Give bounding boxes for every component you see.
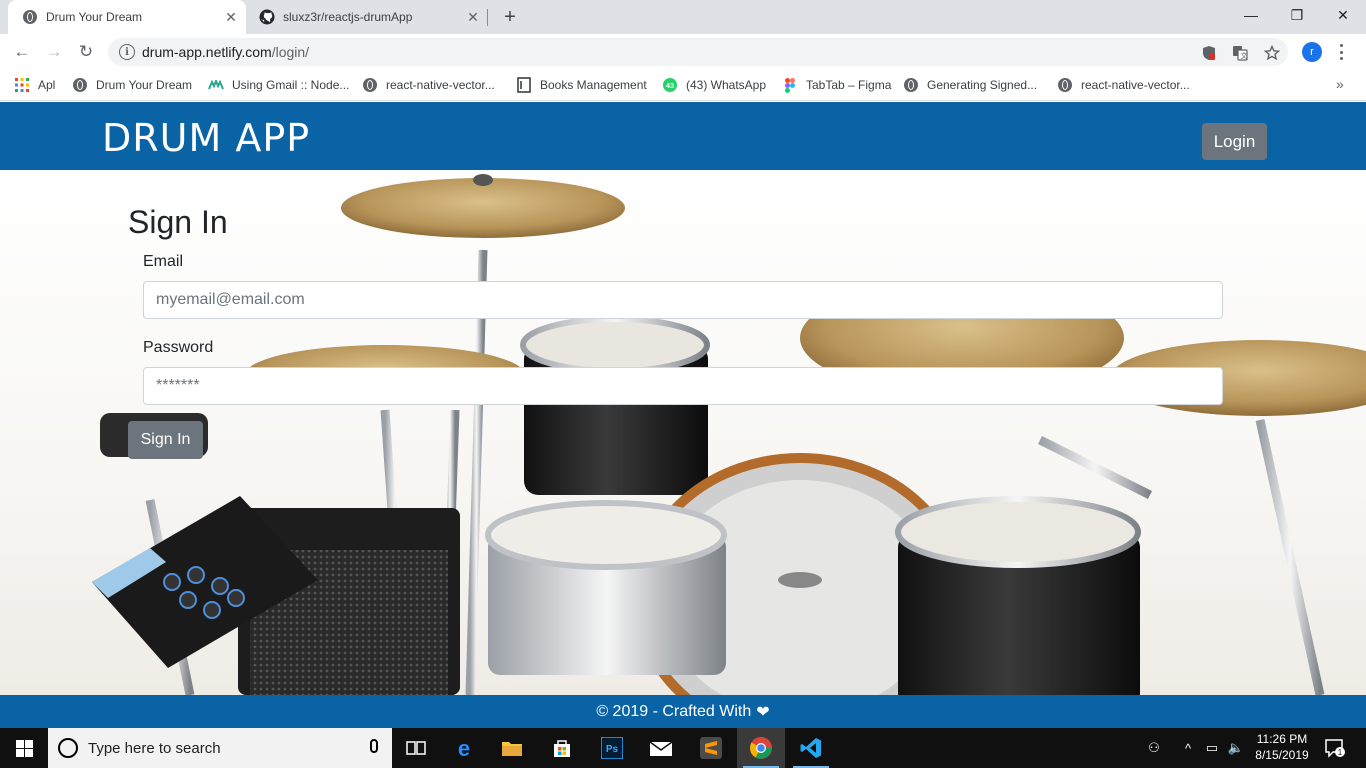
translate-icon[interactable]: 文 [1231,44,1249,62]
tab-title: sluxz3r/reactjs-drumApp [283,10,413,24]
bookmark-label: Drum Your Dream [96,78,193,92]
edge-icon[interactable]: e [440,728,488,768]
globe-icon [362,77,378,93]
address-url[interactable]: drum-app.netlify.com/login/ [142,44,309,60]
reload-button[interactable]: ↻ [74,40,98,64]
globe-icon [1057,77,1073,93]
globe-icon [22,9,38,25]
password-field[interactable] [143,367,1223,405]
bookmark-label: (43) WhatsApp [686,78,767,92]
browser-toolbar: ← → ↻ i drum-app.netlify.com/login/ 文 r [0,34,1366,70]
forward-button[interactable]: → [42,40,66,64]
bookmark-whatsapp[interactable]: 43 (43) WhatsApp [662,76,766,94]
clock-date: 8/15/2019 [1255,748,1309,762]
search-placeholder: Type here to search [88,739,221,757]
tab-drum-your-dream[interactable]: Drum Your Dream ✕ [8,0,246,34]
notification-center-icon[interactable]: 1 [1320,728,1350,768]
bookmark-label: Using Gmail :: Node... [232,78,350,92]
whatsapp-icon: 43 [662,77,678,93]
bookmark-label: TabTab – Figma [806,78,892,92]
tab-close-icon[interactable]: ✕ [222,8,240,26]
cortana-icon [58,738,78,758]
clock-time: 11:26 PM [1256,732,1308,746]
sign-in-heading: Sign In [128,204,228,240]
footer-text: © 2019 - Crafted With [596,702,752,720]
back-button[interactable]: ← [10,40,34,64]
bookmark-using-gmail[interactable]: Using Gmail :: Node... [208,76,349,94]
tab-close-icon[interactable]: ✕ [464,8,482,26]
start-button[interactable] [0,728,48,768]
globe-icon [72,77,88,93]
drum-kit-image [92,174,1366,695]
close-window-button[interactable]: ✕ [1320,0,1366,30]
bookmark-label: Generating Signed... [927,78,1038,92]
figma-icon [782,77,798,93]
svg-text:Ps: Ps [606,744,619,755]
bookmark-label: react-native-vector... [386,78,495,92]
apps-grid-icon [14,77,30,93]
tab-separator [487,9,488,26]
drum-kit-background: Sign In Email Password Sign In [0,170,1366,695]
profile-avatar[interactable]: r [1302,42,1322,62]
chrome-menu-icon[interactable] [1336,41,1346,63]
task-view-icon[interactable] [392,728,440,768]
github-icon [259,9,275,25]
email-label: Email [143,253,184,270]
show-hidden-icons-icon[interactable]: ^ [1180,728,1196,768]
minimize-button[interactable]: — [1228,0,1274,30]
system-clock[interactable]: 11:26 PM 8/15/2019 [1250,731,1314,763]
tab-title: Drum Your Dream [46,10,143,24]
chrome-icon[interactable] [737,728,785,768]
nodemailer-icon [208,77,224,93]
bookmark-star-icon[interactable] [1263,44,1281,62]
vscode-icon[interactable] [787,728,835,768]
sublime-text-icon[interactable] [687,728,735,768]
site-info-icon[interactable]: i [119,44,135,60]
brand-logo[interactable]: DRUM APP [102,116,310,160]
bookmark-tabtab-figma[interactable]: TabTab – Figma [782,76,891,94]
bookmark-label: react-native-vector... [1081,78,1190,92]
svg-text:1: 1 [1338,748,1343,757]
bookmarks-overflow-button[interactable]: » [1336,76,1344,92]
web-page: DRUM APP Login Sign In Email myemail@ema… [0,102,1366,728]
tab-github-repo[interactable]: sluxz3r/reactjs-drumApp ✕ [250,0,488,34]
password-label: Password [143,339,214,356]
microsoft-store-icon[interactable] [538,728,586,768]
microphone-icon[interactable] [370,739,378,753]
bookmark-label: Books Management [540,78,647,92]
bookmarks-bar: Apl Drum Your Dream Using Gmail :: Node.… [0,70,1366,101]
bookmark-generating-signed[interactable]: Generating Signed... [903,76,1037,94]
photoshop-icon[interactable]: Ps [588,728,636,768]
file-explorer-icon[interactable] [488,728,536,768]
bookmark-react-native-vector-2[interactable]: react-native-vector... [1057,76,1190,94]
login-button[interactable]: Login [1202,123,1267,160]
bookmark-react-native-vector-1[interactable]: react-native-vector... [362,76,495,94]
windows-taskbar: Type here to search e Ps ⚇ ^ ▭ 🔈 11:26 P… [0,728,1366,768]
globe-icon [903,77,919,93]
email-field[interactable] [143,281,1223,319]
address-bar[interactable]: i drum-app.netlify.com/login/ 文 [108,38,1288,66]
svg-text:e: e [458,737,470,759]
bookmark-books-management[interactable]: Books Management [516,76,647,94]
browser-tab-strip: Drum Your Dream ✕ sluxz3r/reactjs-drumAp… [0,0,1366,34]
taskbar-search[interactable]: Type here to search [48,728,392,768]
volume-icon[interactable]: 🔈 [1226,728,1246,768]
battery-icon[interactable]: ▭ [1202,728,1222,768]
heart-icon: ❤ [756,703,770,721]
navbar: DRUM APP Login [0,102,1366,170]
bookmark-apps[interactable]: Apl [14,76,55,94]
mail-icon[interactable] [637,728,685,768]
svg-text:43: 43 [666,81,674,90]
sign-in-button[interactable]: Sign In [128,421,203,459]
svg-text:文: 文 [1241,51,1248,60]
extension-shield-icon[interactable] [1200,44,1218,62]
bookmark-drum-your-dream[interactable]: Drum Your Dream [72,76,192,94]
bookmark-label: Apl [38,78,56,92]
windows-logo-icon [15,739,33,757]
people-icon[interactable]: ⚇ [1142,728,1166,768]
footer: © 2019 - Crafted With ❤ [0,695,1366,728]
maximize-button[interactable]: ❐ [1274,0,1320,30]
document-icon [516,77,532,93]
new-tab-button[interactable]: + [499,6,521,28]
